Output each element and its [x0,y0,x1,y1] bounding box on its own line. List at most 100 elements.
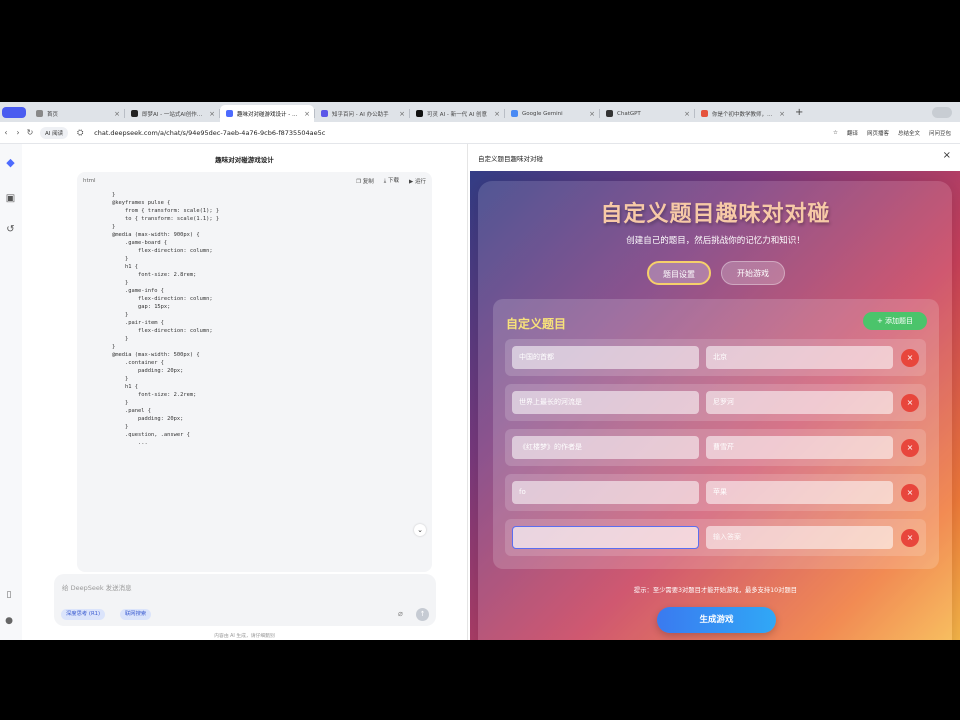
translate-button[interactable]: 翻译 [847,129,858,137]
answer-input[interactable]: 北京 [706,346,893,369]
code-line: to { transform: scale(1.1); } [112,216,220,222]
answer-input[interactable]: 曹雪芹 [706,436,893,459]
tab-close-icon[interactable]: × [209,110,215,118]
site-info-icon[interactable]: ⛭ [74,128,86,138]
code-line: } [112,400,129,406]
code-line: flex-direction: column; [112,248,213,254]
add-question-button[interactable]: + 添加题目 [863,312,927,330]
code-line: } [112,312,129,318]
browser-tab[interactable]: ChatGPT × [600,105,694,122]
new-tab-button[interactable]: + [789,107,809,118]
answer-input[interactable]: 苹果 [706,481,893,504]
sidebar-panel-icon[interactable]: ▣ [4,192,17,205]
browser-tab[interactable]: 可灵 AI - 新一代 AI 创意 × [410,105,504,122]
generate-game-button[interactable]: 生成游戏 [657,607,776,633]
code-line: } [112,424,129,430]
start-game-button[interactable]: 开始游戏 [721,261,785,285]
code-line: h1 { [112,264,138,270]
question-input[interactable]: 《红楼梦》的作者是 [512,436,699,459]
code-language-label: html [83,177,96,184]
browser-window: 首页×即梦AI - 一站式AI创作平台×趣味对对碰游戏设计 - DeepSeek… [0,102,960,640]
code-line: padding: 20px; [112,416,184,422]
browser-tab[interactable]: Google Gemini × [505,105,599,122]
tab-close-icon[interactable]: × [494,110,500,118]
code-line: .game-board { [112,240,168,246]
code-line: .pair-item { [112,320,164,326]
web-podcast-button[interactable]: 网页播客 [867,129,889,137]
game-app: 自定义题目趣味对对碰 创建自己的题目，然后挑战你的记忆力和知识！ 题目设置 开始… [470,171,960,640]
code-line: } [112,280,129,286]
tab-title: 知乎百问 - AI 办公助手 [332,111,389,118]
url-field[interactable]: chat.deepseek.com/a/chat/s/94e95dec-7aeb… [94,129,833,137]
forward-icon[interactable]: › [12,128,24,137]
browser-tab[interactable]: 你是个初中数学教师，请帮我× [695,105,789,122]
profile-avatar[interactable] [932,107,952,118]
code-line: h1 { [112,384,138,390]
run-code-button[interactable]: ▶ 运行 [409,177,426,185]
browser-tab[interactable]: 即梦AI - 一站式AI创作平台 × [125,105,219,122]
mobile-app-icon[interactable]: ▯ [2,590,16,604]
tab-close-icon[interactable]: × [399,110,405,118]
question-input[interactable]: 中国的首都 [512,346,699,369]
question-panel: 自定义题目 + 添加题目 中国的首都 北京 × 世界上最长的河流是 尼罗河 × 《红楼梦》的… [493,299,939,569]
address-bar: ‹ › ↻ AI 阅读 ⛭ chat.deepseek.com/a/chat/s… [0,122,960,144]
question-row: 中国的首都 北京 × [505,339,926,376]
browser-tab[interactable]: 趣味对对碰游戏设计 - DeepSeek× [220,105,314,122]
tab-list: 首页×即梦AI - 一站式AI创作平台×趣味对对碰游戏设计 - DeepSeek… [30,105,789,122]
code-line: } [112,256,129,262]
code-line: flex-direction: column; [112,328,213,334]
copy-code-button[interactable]: ❐ 复制 [356,177,374,185]
code-line: @media (max-width: 900px) { [112,232,200,238]
code-line: .container { [112,360,164,366]
question-panel-title: 自定义题目 [506,317,567,331]
ai-read-button[interactable]: AI 阅读 [40,126,69,139]
code-line: font-size: 2.8rem; [112,272,197,278]
tab-favicon-icon [36,110,43,117]
question-input[interactable] [512,526,699,549]
browser-tab[interactable]: 首页 × [30,105,124,122]
summarize-button[interactable]: 总结全文 [898,129,920,137]
tab-favicon-icon [606,110,613,117]
code-line: } [112,192,116,198]
tab-close-icon[interactable]: × [684,110,690,118]
attach-file-icon[interactable]: ⌀ [398,609,403,618]
setup-mode-button[interactable]: 题目设置 [647,261,711,285]
message-composer[interactable]: 给 DeepSeek 发送消息 深度思考 (R1) 联网搜索 ⌀ ↑ [54,574,436,626]
code-line: padding: 20px; [112,368,184,374]
back-icon[interactable]: ‹ [0,128,12,137]
app-subtitle: 创建自己的题目，然后挑战你的记忆力和知识！ [626,236,805,246]
tab-title: 可灵 AI - 新一代 AI 创意 [427,111,487,118]
answer-input[interactable]: 输入答案 [706,526,893,549]
delete-row-button[interactable]: × [901,349,919,367]
sidebar-toggle-button[interactable] [2,107,26,118]
download-code-button[interactable]: ⤓ 下载 [384,176,399,185]
new-chat-icon[interactable]: ↺ [4,223,17,236]
bookmark-star-icon[interactable]: ☆ [833,130,838,136]
tab-close-icon[interactable]: × [589,110,595,118]
delete-row-button[interactable]: × [901,484,919,502]
send-button[interactable]: ↑ [416,608,429,621]
message-input[interactable]: 给 DeepSeek 发送消息 [62,582,132,592]
delete-row-button[interactable]: × [901,529,919,547]
close-icon[interactable]: × [943,150,951,161]
delete-row-button[interactable]: × [901,439,919,457]
user-avatar-icon[interactable]: ● [2,616,16,630]
question-input[interactable]: fo [512,481,699,504]
tab-close-icon[interactable]: × [304,110,310,118]
tab-favicon-icon [321,110,328,117]
delete-row-button[interactable]: × [901,394,919,412]
tab-close-icon[interactable]: × [779,110,785,118]
tab-favicon-icon [226,110,233,117]
question-input[interactable]: 世界上最长的河流是 [512,391,699,414]
scroll-down-button[interactable]: ⌄ [414,524,426,536]
web-search-toggle[interactable]: 联网搜索 [120,609,152,620]
deep-think-toggle[interactable]: 深度思考 (R1) [61,609,106,620]
code-line: font-size: 2.2rem; [112,392,197,398]
browser-tab[interactable]: 知乎百问 - AI 办公助手 × [315,105,409,122]
ask-doubao-button[interactable]: 问问豆包 [929,129,951,137]
tab-close-icon[interactable]: × [114,110,120,118]
answer-input[interactable]: 尼罗河 [706,391,893,414]
code-line: from { transform: scale(1); } [112,208,220,214]
code-block-header: html ❐ 复制 ⤓ 下载 ▶ 运行 [77,172,432,189]
reload-icon[interactable]: ↻ [24,128,36,137]
